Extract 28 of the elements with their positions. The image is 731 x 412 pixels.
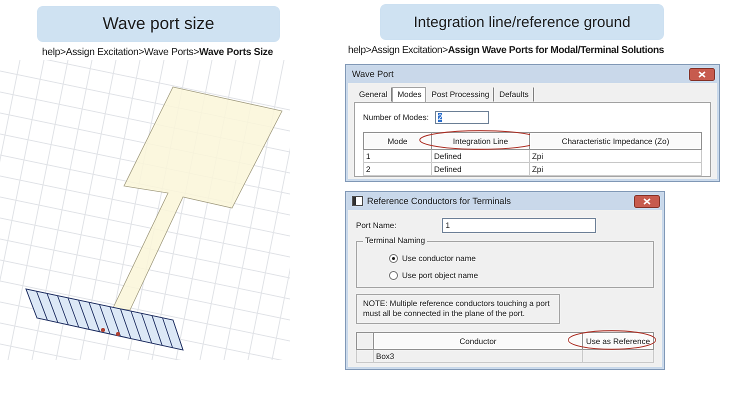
menu-path: help>Assign Excitation>Wave Ports>Wave Ports Size: [42, 47, 274, 58]
column-header: Mode: [364, 132, 432, 150]
close-icon[interactable]: [634, 194, 660, 208]
port-name-field[interactable]: 1: [442, 218, 596, 233]
menu-path: help>Assign Excitation>Assign Wave Ports for Modal/Terminal Solutions: [348, 45, 666, 56]
table-cell: Box3: [374, 350, 582, 362]
tab[interactable]: Modes: [392, 87, 426, 102]
field-label: Port Name:: [356, 221, 396, 230]
column-header: Conductor: [374, 332, 582, 350]
radio-option[interactable]: Use port object name: [389, 267, 647, 284]
dialog-title: Reference Conductors for Terminals: [367, 196, 512, 206]
field-label: Number of Modes:: [363, 113, 429, 122]
table-cell: Zpi: [530, 150, 702, 162]
note-text: NOTE: Multiple reference conductors touching a port must all be connected in the plane of the port.: [356, 294, 560, 324]
table-cell: 1: [364, 150, 432, 162]
close-icon[interactable]: [689, 68, 715, 80]
table-cell: Defined: [432, 162, 530, 176]
dialog-title: Wave Port: [352, 69, 395, 79]
modes-field[interactable]: 2: [434, 111, 489, 124]
table-cell: 2: [364, 162, 432, 176]
table-cell: Defined: [432, 150, 530, 162]
table-cell: Zpi: [530, 162, 702, 176]
group-label: Terminal Naming: [363, 236, 428, 245]
window-icon: [352, 196, 363, 206]
section-title: Wave port size: [37, 6, 280, 42]
column-header: Characteristic Impedance (Zo): [530, 132, 702, 150]
section-title: Integration line/reference ground: [380, 4, 664, 40]
radio-option[interactable]: Use conductor name: [389, 250, 647, 267]
